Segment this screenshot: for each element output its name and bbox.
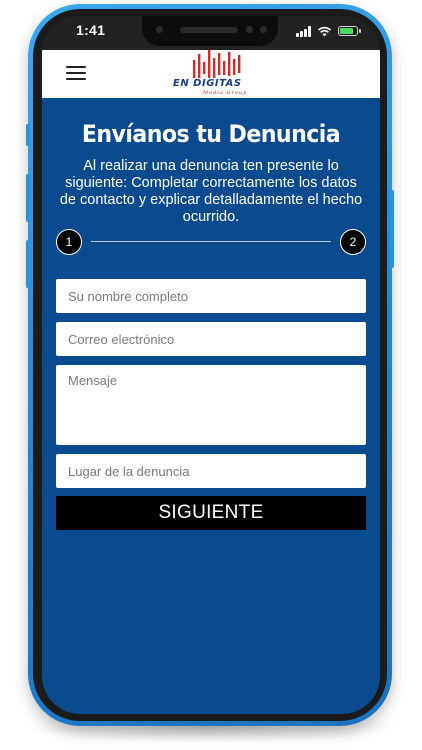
status-icons [296, 24, 361, 38]
logo-name: EN DIGITAS [173, 78, 242, 89]
home-indicator [152, 704, 270, 708]
hamburger-icon[interactable] [66, 66, 86, 81]
logo-bars-icon [193, 50, 241, 78]
battery-level [340, 28, 353, 34]
message-textarea[interactable] [56, 365, 366, 445]
brand-logo[interactable]: EN DIGITAS Media Group [170, 50, 262, 96]
stepper-line [91, 241, 331, 242]
device-side-button [26, 124, 30, 146]
form-stepper: 1 2 [56, 229, 366, 255]
step-2-indicator[interactable]: 2 [340, 229, 366, 255]
page-title: Envíanos tu Denuncia [81, 120, 341, 148]
sensor-icon [246, 26, 253, 33]
full-name-input[interactable] [56, 279, 366, 313]
page-description: Al realizar una denuncia ten presente lo… [59, 158, 363, 225]
battery-icon [338, 26, 361, 36]
front-camera-icon [156, 26, 163, 33]
app-header: EN DIGITAS Media Group [42, 50, 380, 98]
logo-tagline: Media Group [203, 90, 248, 96]
device-power-button [390, 190, 394, 268]
device-volume-up [26, 174, 30, 222]
sensor-icon [260, 26, 267, 33]
signal-icon [296, 25, 311, 37]
status-time: 1:41 [76, 22, 106, 38]
status-bar: 1:41 [42, 16, 380, 50]
step-1-indicator[interactable]: 1 [56, 229, 82, 255]
device-volume-down [26, 240, 30, 288]
camera-notch [142, 16, 278, 46]
location-input[interactable] [56, 454, 366, 488]
next-button[interactable]: SIGUIENTE [56, 496, 366, 530]
phone-screen: 1:41 EN DIGITAS Media Group Envíanos tu … [42, 16, 380, 714]
email-input[interactable] [56, 322, 366, 356]
wifi-icon [317, 26, 332, 36]
speaker-grille [180, 27, 238, 33]
